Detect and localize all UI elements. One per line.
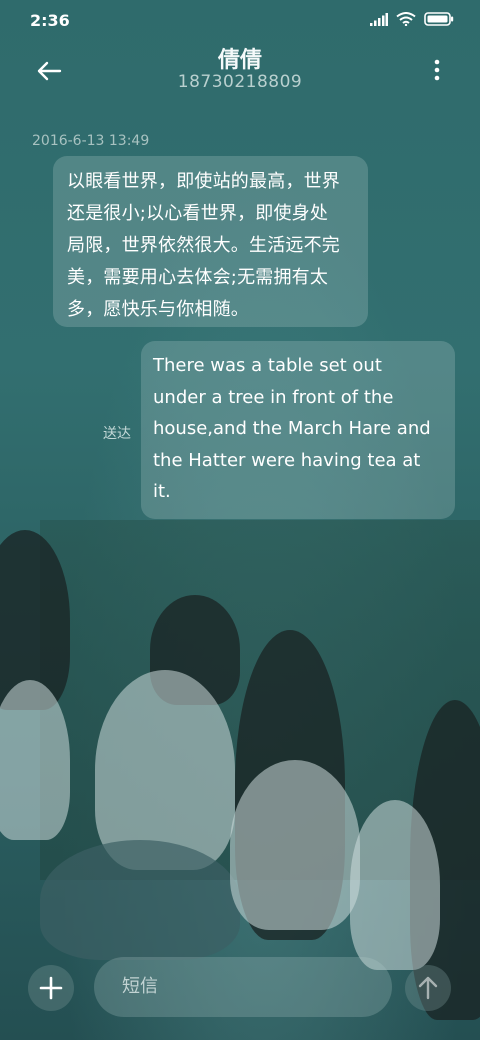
add-attachment-button[interactable] — [28, 965, 74, 1011]
message-line: it. — [153, 481, 171, 502]
battery-icon — [424, 12, 454, 26]
plus-icon — [39, 976, 63, 1000]
outgoing-message-bubble[interactable]: There was a table set out under a tree i… — [141, 341, 455, 519]
message-line: There was a table set out — [153, 355, 382, 376]
more-options-button[interactable] — [432, 58, 442, 82]
message-line: 以眼看世界，即使站的最高，世界 — [67, 171, 340, 192]
message-line: the Hatter were having tea at — [153, 449, 421, 471]
send-button[interactable] — [405, 965, 451, 1011]
background-figure — [230, 760, 360, 930]
message-input[interactable]: 短信 — [94, 957, 392, 1017]
background-figure — [95, 670, 235, 870]
more-vertical-icon — [434, 59, 440, 81]
status-bar: 2:36 — [0, 0, 480, 40]
message-line: 还是很小;以心看世界，即使身处 — [67, 203, 329, 224]
message-line: house,and the March Hare and — [153, 418, 431, 439]
arrow-up-icon — [418, 976, 438, 1000]
status-time: 2:36 — [30, 11, 70, 30]
contact-number: 18730218809 — [177, 72, 303, 92]
delivery-status: 送达 — [103, 426, 131, 442]
incoming-message-bubble[interactable]: 以眼看世界，即使站的最高，世界 还是很小;以心看世界，即使身处 局限，世界依然很… — [53, 156, 368, 327]
message-line: 多，愿快乐与你相随。 — [67, 299, 249, 320]
incoming-message-text: 以眼看世界，即使站的最高，世界 还是很小;以心看世界，即使身处 局限，世界依然很… — [67, 166, 358, 326]
status-icons — [370, 12, 454, 26]
outgoing-message-text: There was a table set out under a tree i… — [153, 350, 445, 508]
conversation-header: 倩倩 18730218809 — [0, 40, 480, 100]
message-line: 局限，世界依然很大。生活远不完 — [67, 235, 340, 256]
signal-icon — [370, 12, 388, 26]
contact-name: 倩倩 — [217, 48, 262, 73]
message-line: 美，需要用心去体会;无需拥有太 — [67, 267, 329, 288]
message-line: under a tree in front of the — [153, 386, 394, 408]
message-timestamp: 2016-6-13 13:49 — [32, 133, 150, 149]
wifi-icon — [396, 12, 416, 26]
compose-bar: 短信 — [0, 935, 480, 1040]
